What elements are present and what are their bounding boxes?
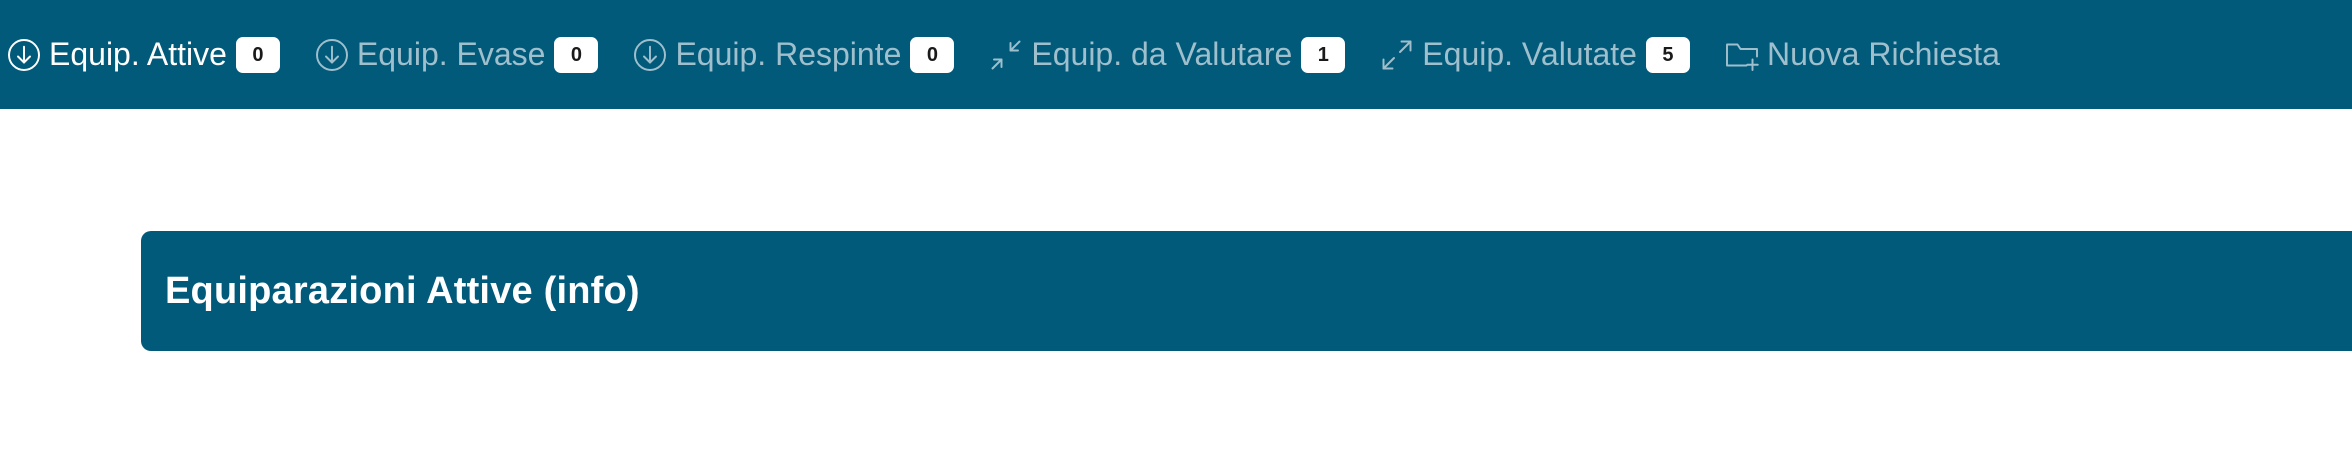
arrow-down-circle-icon bbox=[314, 37, 350, 73]
arrow-down-circle-icon bbox=[6, 37, 42, 73]
arrows-expand-icon bbox=[1379, 37, 1415, 73]
count-badge: 5 bbox=[1645, 36, 1690, 73]
nav-equip-valutate[interactable]: Equip. Valutate 5 bbox=[1379, 0, 1690, 109]
nav-item-label: Equip. da Valutare bbox=[1031, 36, 1293, 72]
arrows-collapse-icon bbox=[988, 37, 1024, 73]
nav-item-label: Equip. Respinte bbox=[675, 36, 902, 72]
nav-equip-attive[interactable]: Equip. Attive 0 bbox=[6, 0, 280, 109]
count-badge: 0 bbox=[235, 36, 280, 73]
nav-item-label: Equip. Valutate bbox=[1422, 36, 1637, 72]
panel-title: Equiparazioni Attive (info) bbox=[165, 269, 640, 312]
nav-equip-respinte[interactable]: Equip. Respinte 0 bbox=[632, 0, 955, 109]
nav-nuova-richiesta[interactable]: Nuova Richiesta bbox=[1724, 0, 2000, 109]
nav-item-label: Nuova Richiesta bbox=[1766, 36, 2000, 72]
active-equivalences-panel: Equiparazioni Attive (info) bbox=[141, 231, 2352, 351]
nav-item-label: Equip. Attive bbox=[49, 36, 227, 72]
folder-plus-icon bbox=[1724, 37, 1760, 73]
count-badge: 0 bbox=[554, 36, 599, 73]
top-navigation: Equip. Attive 0 Equip. Evase 0 Equip. Re… bbox=[0, 0, 2352, 109]
nav-item-label: Equip. Evase bbox=[356, 36, 546, 72]
count-badge: 1 bbox=[1301, 36, 1346, 73]
arrow-down-circle-icon bbox=[632, 37, 668, 73]
nav-equip-da-valutare[interactable]: Equip. da Valutare 1 bbox=[988, 0, 1346, 109]
nav-equip-evase[interactable]: Equip. Evase 0 bbox=[314, 0, 599, 109]
count-badge: 0 bbox=[910, 36, 955, 73]
